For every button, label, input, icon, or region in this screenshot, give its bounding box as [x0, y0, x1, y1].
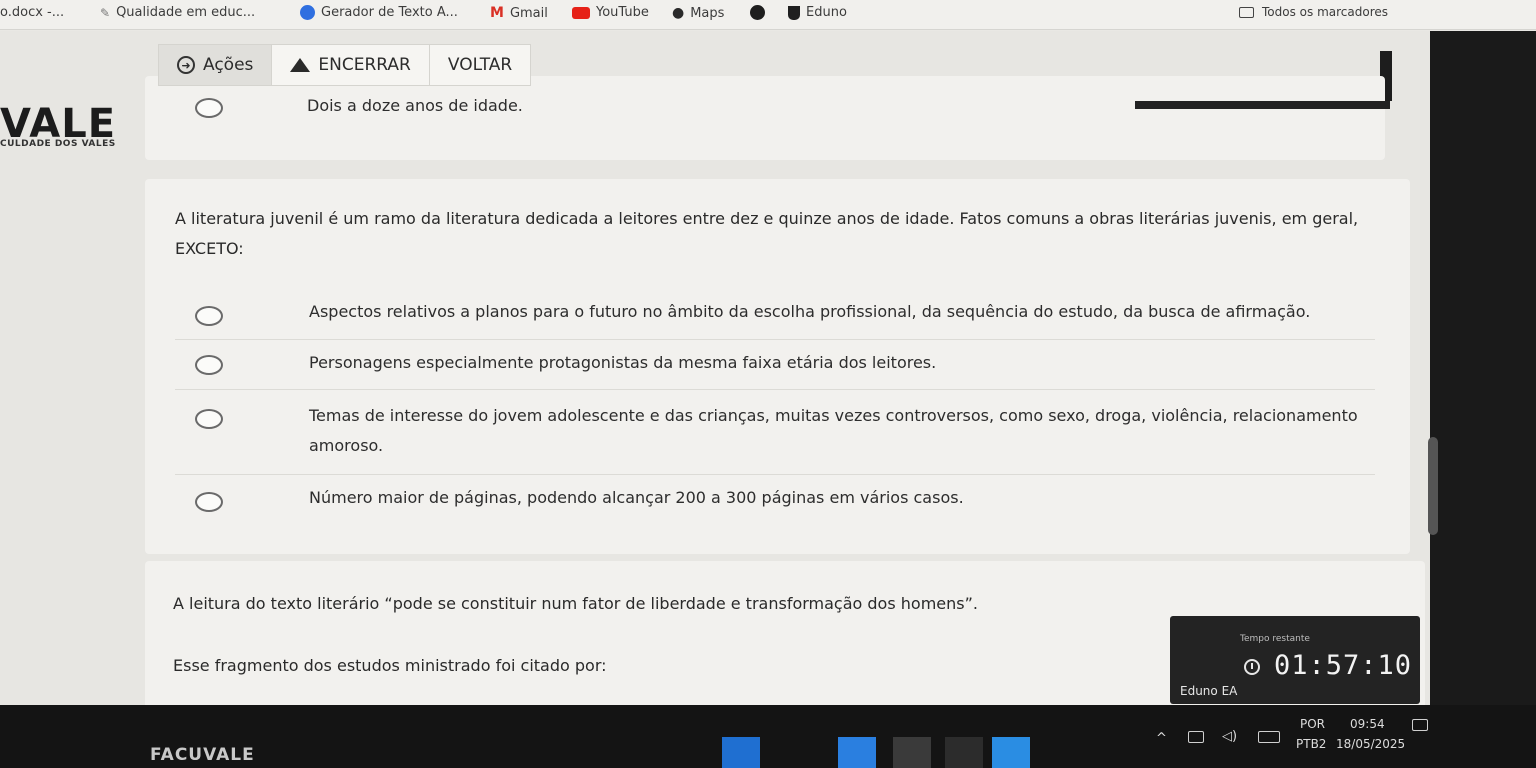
option-radio-b[interactable] — [195, 355, 223, 375]
option-radio[interactable] — [195, 98, 223, 118]
question-stem: A literatura juvenil é um ramo da litera… — [175, 204, 1395, 265]
back-label: VOLTAR — [447, 55, 513, 75]
youtube-icon — [572, 6, 590, 19]
eduno-icon — [788, 5, 800, 20]
option-line: Personagens especialmente protagonistas … — [309, 353, 937, 372]
network-icon[interactable] — [1188, 731, 1204, 743]
screen-bezel — [1430, 31, 1536, 768]
bookmark-label: Gmail — [509, 5, 548, 21]
bookmark-doc[interactable]: o.docx -... — [0, 5, 64, 20]
action-toolbar: ➜ Ações ENCERRAR VOLTAR — [158, 44, 532, 86]
option-d: Número maior de páginas, podendo alcança… — [309, 485, 1399, 511]
bookmark-label: Qualidade em educ... — [116, 5, 256, 20]
back-button[interactable]: VOLTAR — [430, 45, 530, 85]
circle-logo-icon — [750, 5, 765, 20]
arrow-circle-icon: ➜ — [177, 56, 195, 74]
question-card-2: A literatura juvenil é um ramo da litera… — [145, 179, 1410, 554]
folder-icon — [1239, 6, 1254, 18]
bookmark-label: YouTube — [596, 5, 649, 20]
exam-page: VALE CULDADE DOS VALES Dois a doze anos … — [0, 31, 1430, 768]
bookmark-youtube[interactable]: YouTube — [572, 5, 649, 20]
bookmarks-bar: o.docx -... ✎ Qualidade em educ... Gerad… — [0, 0, 1536, 30]
clock-icon — [1244, 659, 1260, 675]
gerador-icon — [300, 5, 315, 20]
footer-brand: FACUVALE — [150, 745, 255, 765]
option-line: Temas de interesse do jovem adolescente … — [309, 406, 1358, 425]
chevron-up-icon[interactable]: ^ — [1156, 731, 1167, 746]
actions-button[interactable]: ➜ Ações — [159, 45, 273, 85]
option-line: Aspectos relativos a planos para o futur… — [309, 302, 1311, 321]
bookmark-gmail[interactable]: M Gmail — [490, 5, 548, 21]
option-c: Temas de interesse do jovem adolescente … — [309, 401, 1399, 460]
taskbar: FACUVALE ^ ◁) POR PTB2 09:54 18/05/2025 — [0, 705, 1536, 768]
divider — [175, 389, 1375, 390]
taskbar-chrome-icon[interactable] — [893, 737, 931, 768]
option-b: Personagens especialmente protagonistas … — [309, 350, 1399, 376]
option-a: Aspectos relativos a planos para o futur… — [309, 299, 1399, 325]
option-radio-a[interactable] — [195, 306, 223, 326]
clock-date: 18/05/2025 — [1336, 737, 1406, 751]
taskbar-app-icon[interactable] — [722, 737, 760, 768]
language-label: POR — [1300, 717, 1326, 731]
actions-label: Ações — [203, 55, 254, 75]
bookmark-qualidade[interactable]: ✎ Qualidade em educ... — [100, 5, 255, 20]
end-label: ENCERRAR — [318, 55, 411, 75]
stem-line: EXCETO: — [175, 239, 244, 259]
logo-subtitle: CULDADE DOS VALES — [0, 139, 116, 149]
divider — [175, 474, 1375, 475]
keyboard-icon[interactable] — [1258, 731, 1280, 743]
speaker-icon[interactable]: ◁) — [1222, 729, 1237, 744]
clock-time: 09:54 — [1350, 717, 1385, 731]
option-text: Dois a doze anos de idade. — [307, 96, 523, 115]
option-radio-d[interactable] — [195, 492, 223, 512]
option-radio-c[interactable] — [195, 409, 223, 429]
question-card-1: Dois a doze anos de idade. — [145, 76, 1385, 160]
timer-value: 01:57:10 — [1274, 650, 1413, 681]
language-label: PTB2 — [1296, 737, 1327, 751]
bookmark-maps[interactable]: ● Maps — [672, 5, 724, 21]
bookmark-label: Gerador de Texto A... — [321, 5, 458, 20]
bookmark-label: Eduno — [806, 5, 847, 20]
option-line: Número maior de páginas, podendo alcança… — [309, 488, 964, 507]
question-stem: A leitura do texto literário “pode se co… — [173, 594, 978, 613]
bookmark-label: o.docx -... — [0, 5, 65, 20]
feather-icon: ✎ — [100, 5, 111, 20]
remaining-time-widget: Tempo restante Eduno EA 01:57:10 — [1170, 616, 1420, 704]
all-bookmarks-label: Todos os marcadores — [1262, 5, 1388, 19]
bookmark-label: Maps — [690, 5, 725, 21]
bookmark-gerador[interactable]: Gerador de Texto A... — [300, 5, 458, 20]
taskbar-app-icon[interactable] — [945, 737, 983, 768]
gmail-icon: M — [490, 5, 504, 21]
timer-label: Tempo restante — [1240, 634, 1310, 644]
stem-line: A literatura juvenil é um ramo da litera… — [175, 209, 1359, 228]
dark-strip — [1135, 101, 1390, 109]
bookmark-eduno[interactable]: Eduno — [788, 5, 847, 20]
all-bookmarks[interactable]: Todos os marcadores — [1239, 5, 1388, 19]
taskbar-app-icon[interactable] — [838, 737, 876, 768]
maps-pin-icon: ● — [672, 5, 685, 21]
scrollbar-thumb[interactable] — [1428, 437, 1438, 535]
end-button[interactable]: ENCERRAR — [272, 45, 430, 85]
notification-icon[interactable] — [1412, 719, 1428, 731]
warning-icon — [290, 58, 311, 72]
divider — [175, 339, 1375, 340]
bookmark-circle[interactable] — [750, 5, 765, 20]
taskbar-app-icon[interactable] — [992, 737, 1030, 768]
option-line: amoroso. — [309, 435, 384, 455]
question-stem: Esse fragmento dos estudos ministrado fo… — [173, 656, 607, 675]
timer-brand: Eduno EA — [1180, 684, 1238, 698]
